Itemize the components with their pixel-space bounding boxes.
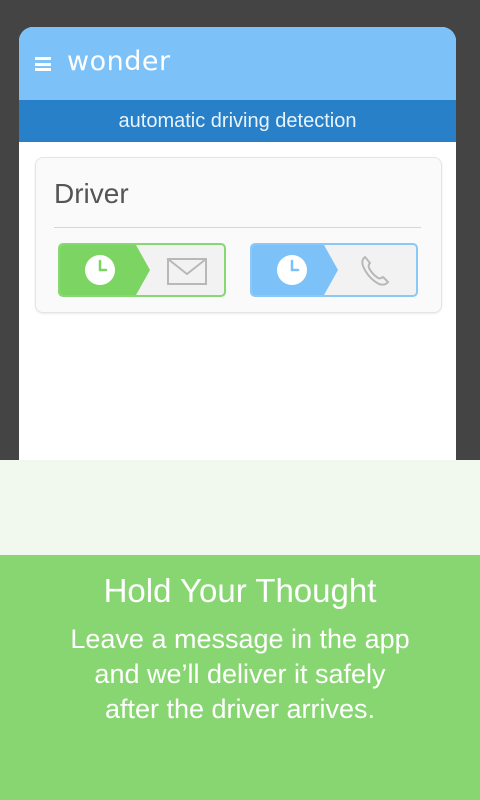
phone-icon — [361, 256, 389, 286]
card-title: Driver — [54, 178, 129, 209]
promo-spacer — [0, 460, 480, 555]
schedule-message-button[interactable] — [58, 243, 226, 297]
promo-body-line: and we’ll deliver it safely — [94, 659, 386, 689]
driving-detection-bar[interactable]: automatic driving detection — [19, 100, 456, 142]
clock-icon — [85, 255, 115, 285]
promo-body-line: Leave a message in the app — [70, 624, 410, 654]
divider — [54, 227, 421, 228]
app-bar: wonder — [19, 27, 456, 100]
schedule-call-button[interactable] — [250, 243, 418, 297]
clock-icon — [277, 255, 307, 285]
promo-body-line: after the driver arrives. — [104, 694, 376, 724]
phone-screen: wonder automatic driving detection Drive… — [19, 27, 456, 460]
driver-card: Driver — [35, 157, 442, 313]
promo-headline: Hold Your Thought — [103, 572, 377, 609]
envelope-icon — [167, 258, 207, 285]
menu-icon[interactable] — [35, 57, 51, 71]
app-title: wonder — [67, 46, 171, 77]
promo-body: Leave a message in the app and we’ll del… — [40, 622, 440, 727]
